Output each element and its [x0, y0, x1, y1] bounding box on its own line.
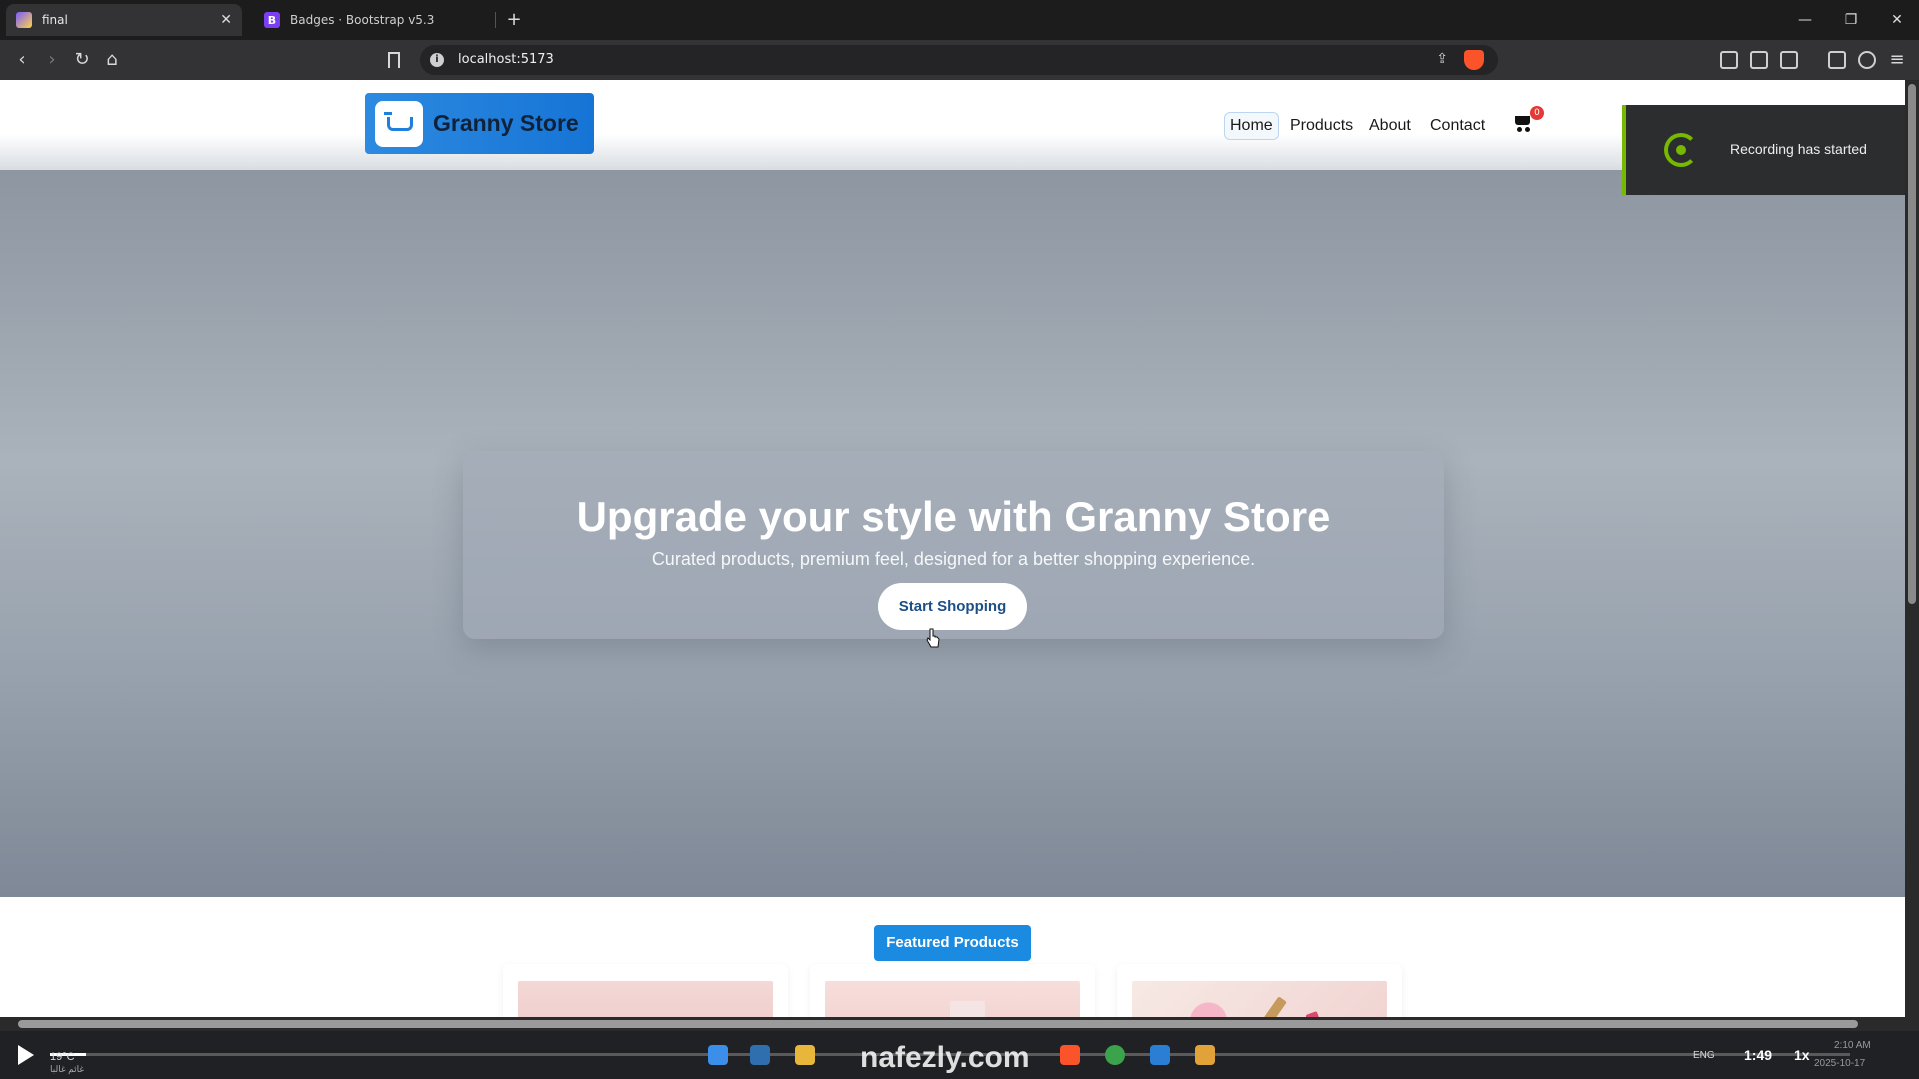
- product-image: [518, 981, 773, 1017]
- tab-final[interactable]: final ✕: [6, 4, 242, 36]
- sidebar-icon[interactable]: [1828, 51, 1846, 69]
- page-viewport: Granny Store Home Products About Contact…: [0, 80, 1905, 1017]
- taskbar-app-icon[interactable]: [750, 1045, 770, 1065]
- start-shopping-button[interactable]: Start Shopping: [878, 583, 1027, 630]
- wallet-icon[interactable]: [1780, 51, 1798, 69]
- cart-count-badge: 0: [1530, 106, 1544, 120]
- nav-home[interactable]: Home: [1224, 112, 1279, 140]
- tab-title: Badges · Bootstrap v5.3: [290, 13, 435, 27]
- featured-section: Featured Products: [0, 897, 1905, 1017]
- date: 2025-10-17: [1814, 1058, 1866, 1069]
- product-image: [825, 981, 1080, 1017]
- featured-products-badge: Featured Products: [874, 925, 1031, 961]
- cart-button[interactable]: 0: [1512, 106, 1544, 134]
- play-icon[interactable]: [18, 1045, 34, 1065]
- nav-products[interactable]: Products: [1285, 113, 1358, 139]
- horizontal-scrollbar[interactable]: [0, 1017, 1919, 1031]
- tab-title: final: [42, 13, 68, 27]
- product-card[interactable]: [1117, 964, 1402, 1017]
- screenshot-icon[interactable]: [1720, 51, 1738, 69]
- brand-logo[interactable]: Granny Store: [365, 93, 594, 154]
- browser-tabbar: final ✕ B Badges · Bootstrap v5.3 + — ❐ …: [0, 0, 1919, 40]
- tab-bootstrap-badges[interactable]: B Badges · Bootstrap v5.3: [256, 4, 492, 36]
- windows-start-icon[interactable]: [708, 1045, 728, 1065]
- nav-home-wrap: Home: [1224, 111, 1279, 141]
- cart-icon: [1515, 116, 1530, 125]
- minimize-button[interactable]: —: [1790, 8, 1820, 32]
- hero-subtitle: Curated products, premium feel, designed…: [651, 549, 1256, 569]
- extensions-icon[interactable]: [1750, 51, 1768, 69]
- weather-caption: غائم غالبا: [50, 1064, 85, 1074]
- chrome-icon[interactable]: [1105, 1045, 1125, 1065]
- bookmark-icon[interactable]: [388, 52, 400, 68]
- browser-toolbar: ‹ › ↻ ⌂ i localhost:5173 ⇪ ≡: [0, 40, 1919, 80]
- reload-icon[interactable]: ↻: [70, 48, 94, 72]
- nav-products-wrap: Products: [1285, 111, 1358, 141]
- nav-contact-wrap: Contact: [1425, 111, 1490, 141]
- close-tab-icon[interactable]: ✕: [220, 12, 232, 28]
- recording-toast: Recording has started: [1622, 105, 1919, 195]
- scroll-thumb[interactable]: [18, 1020, 1858, 1028]
- new-tab-button[interactable]: +: [502, 8, 526, 32]
- product-card[interactable]: [810, 964, 1095, 1017]
- playback-speed[interactable]: 1x: [1794, 1047, 1810, 1063]
- product-image: [1132, 981, 1387, 1017]
- menu-icon[interactable]: ≡: [1885, 48, 1909, 72]
- hero-title: Upgrade your style with Granny Store: [576, 493, 1331, 540]
- nav-about[interactable]: About: [1364, 113, 1416, 139]
- screen: final ✕ B Badges · Bootstrap v5.3 + — ❐ …: [0, 0, 1919, 1079]
- brave-browser-icon[interactable]: [1060, 1045, 1080, 1065]
- video-time: 1:49: [1744, 1047, 1773, 1063]
- hero-card: Upgrade your style with Granny Store Cur…: [463, 451, 1444, 639]
- nav-contact[interactable]: Contact: [1425, 113, 1490, 139]
- share-icon[interactable]: ⇪: [1436, 51, 1448, 67]
- product-card[interactable]: [503, 964, 788, 1017]
- scroll-thumb[interactable]: [1908, 84, 1916, 604]
- vite-favicon-icon: [16, 12, 32, 28]
- brave-shields-icon[interactable]: [1464, 50, 1484, 70]
- bootstrap-favicon-icon: B: [264, 12, 280, 28]
- vscode-icon[interactable]: [1150, 1045, 1170, 1065]
- recording-icon: [1664, 133, 1698, 167]
- address-bar[interactable]: i localhost:5173 ⇪: [420, 45, 1498, 75]
- vertical-scrollbar[interactable]: [1905, 80, 1919, 1017]
- tab-divider: [495, 12, 496, 28]
- video-player-bar: 19°C غائم غالبا nafezly.com ENG 1:49 1x …: [0, 1031, 1919, 1079]
- watermark: nafezly.com: [860, 1041, 1030, 1074]
- url-text: localhost:5173: [458, 52, 554, 67]
- cart-logo-icon: [375, 100, 423, 147]
- back-icon[interactable]: ‹: [10, 48, 34, 72]
- language-indicator: ENG: [1693, 1050, 1715, 1061]
- home-icon[interactable]: ⌂: [100, 48, 124, 72]
- brand-name: Granny Store: [433, 110, 579, 136]
- site-info-icon[interactable]: i: [430, 53, 444, 67]
- clock: 2:10 AM: [1834, 1040, 1871, 1051]
- forward-icon[interactable]: ›: [40, 48, 64, 72]
- nav-about-wrap: About: [1364, 111, 1416, 141]
- site-header: Granny Store Home Products About Contact…: [0, 80, 1905, 170]
- hand-cursor-icon: [926, 628, 940, 648]
- close-window-button[interactable]: ✕: [1882, 8, 1912, 32]
- file-explorer-icon[interactable]: [795, 1045, 815, 1065]
- leo-ai-icon[interactable]: [1858, 51, 1876, 69]
- taskbar-app-icon[interactable]: [1195, 1045, 1215, 1065]
- toast-message: Recording has started: [1730, 141, 1867, 157]
- temperature: 19°C: [50, 1051, 75, 1063]
- hero-section: Upgrade your style with Granny Store Cur…: [0, 170, 1905, 897]
- restore-button[interactable]: ❐: [1836, 8, 1866, 32]
